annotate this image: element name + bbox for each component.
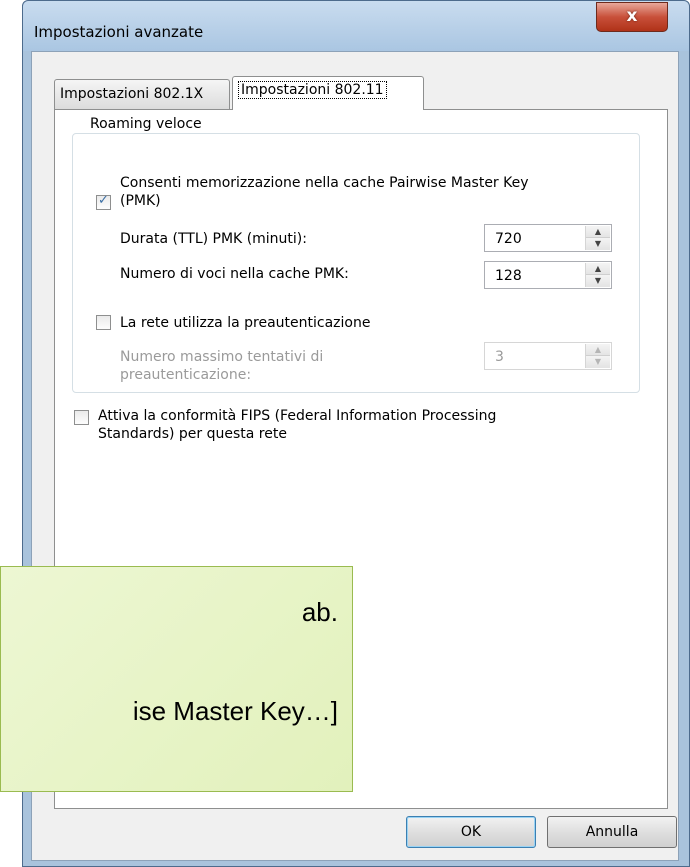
tab-8021x[interactable]: Impostazioni 802.1X	[54, 79, 230, 109]
callout-line-2: ise Master Key…]	[132, 696, 338, 726]
close-button[interactable]: x	[596, 2, 668, 32]
preauth-label[interactable]: La rete utilizza la preautenticazione	[120, 314, 370, 332]
ttl-label: Durata (TTL) PMK (minuti):	[120, 231, 307, 247]
annotation-callout: ab. ise Master Key…]	[0, 566, 353, 792]
tab-80211[interactable]: Impostazioni 802.11	[232, 76, 424, 110]
title-bar[interactable]: Impostazioni avanzate x	[23, 1, 689, 51]
max-attempts-spinner: 3 ▲ ▼	[484, 342, 612, 370]
cancel-button[interactable]: Annulla	[547, 816, 677, 848]
cache-entries-value[interactable]: 128	[495, 268, 522, 284]
ok-button[interactable]: OK	[406, 816, 536, 848]
tab-80211-label: Impostazioni 802.11	[238, 81, 387, 99]
max-attempts-label: Numero massimo tentativi di	[120, 349, 324, 365]
pmk-cache-label-2[interactable]: (PMK)	[120, 192, 161, 210]
spin-down-icon[interactable]: ▼	[586, 237, 610, 250]
window-title: Impostazioni avanzate	[34, 23, 204, 41]
fips-checkbox[interactable]	[74, 410, 89, 425]
cache-entries-spin-buttons: ▲ ▼	[585, 263, 610, 287]
tab-8021x-label: Impostazioni 802.1X	[60, 86, 204, 102]
roaming-group-label: Roaming veloce	[86, 116, 206, 132]
ttl-spin-buttons: ▲ ▼	[585, 226, 610, 250]
fips-label[interactable]: Attiva la conformità FIPS (Federal Infor…	[98, 407, 496, 425]
pmk-cache-label[interactable]: Consenti memorizzazione nella cache Pair…	[120, 174, 529, 192]
max-attempts-spin-buttons: ▲ ▼	[585, 344, 610, 368]
check-icon: ✓	[98, 193, 109, 208]
fips-label-2[interactable]: Standards) per questa rete	[98, 425, 287, 443]
ttl-value[interactable]: 720	[495, 231, 522, 247]
callout-line-1: ab.	[301, 597, 338, 627]
preauth-checkbox[interactable]	[96, 315, 111, 330]
spin-down-icon: ▼	[586, 355, 610, 368]
pmk-cache-checkbox[interactable]: ✓	[96, 193, 111, 210]
max-attempts-value: 3	[495, 349, 504, 365]
cache-entries-label: Numero di voci nella cache PMK:	[120, 266, 349, 282]
max-attempts-label-2: preautenticazione:	[120, 367, 252, 383]
close-icon: x	[626, 6, 638, 26]
ttl-spinner[interactable]: 720 ▲ ▼	[484, 224, 612, 252]
cache-entries-spinner[interactable]: 128 ▲ ▼	[484, 261, 612, 289]
spin-down-icon[interactable]: ▼	[586, 274, 610, 287]
